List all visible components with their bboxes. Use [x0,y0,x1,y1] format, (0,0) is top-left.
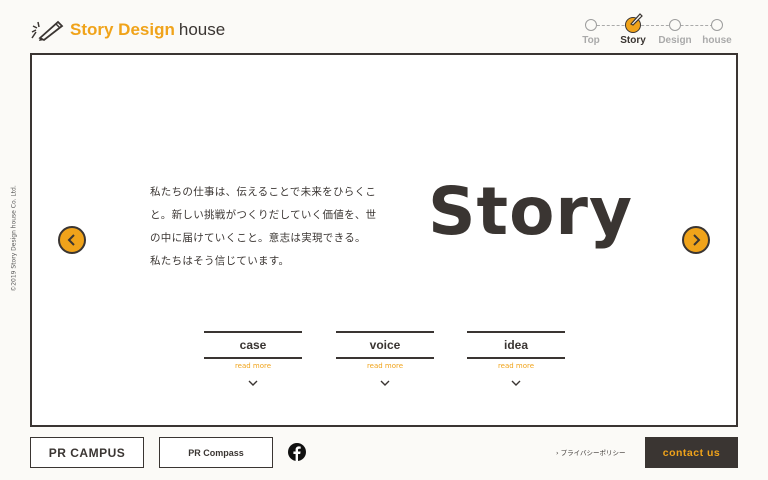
step-dot-active [625,13,643,33]
pen-icon [630,13,643,26]
read-more-link[interactable]: read more [467,362,565,370]
step-label: Story [620,35,646,46]
step-top[interactable]: Top [571,14,611,46]
card-title: voice [336,331,434,359]
card-voice[interactable]: voice read more [336,331,434,391]
chevron-down-icon [511,380,521,386]
logo-brand-house: house [178,20,226,39]
card-title: idea [467,331,565,359]
logo-brand-story-design: Story Design [70,20,175,39]
step-label: Design [658,35,692,46]
step-navigation: Top Story Design house [580,13,740,48]
privacy-policy-link[interactable]: › プライバシーポリシー [556,447,626,457]
step-design[interactable]: Design [655,14,695,46]
intro-line: 私たちの仕事は、伝えることで未来をひらくこ [150,186,377,198]
step-dot [669,19,681,31]
read-more-link[interactable]: read more [204,362,302,370]
pr-campus-button[interactable]: PR CAMPUS [30,437,144,468]
chevron-down-icon [380,380,390,386]
main-panel: 私たちの仕事は、伝えることで未来をひらくこ と。新しい挑戦がつくりだしていく価値… [30,53,738,427]
read-more-link[interactable]: read more [336,362,434,370]
logo[interactable]: Story Design house [30,16,225,44]
copyright-text: ©2019 Story Design house Co. Ltd. [10,185,18,292]
step-dot [585,19,597,31]
intro-line: の中に届けていくこと。意志は実現できる。 [150,232,366,244]
pen-icon [31,20,64,42]
chevron-down-icon [248,380,258,386]
card-title: case [204,331,302,359]
chevron-right-icon [693,234,701,246]
contact-us-button[interactable]: contact us [645,437,738,468]
intro-line: 私たちはそう信じています。 [150,255,290,267]
step-house[interactable]: house [697,14,737,46]
page-title: Story [428,173,633,250]
step-label: house [702,35,732,46]
card-case[interactable]: case read more [204,331,302,391]
copyright: ©2019 Story Design house Co. Ltd. [9,180,19,300]
next-slide-button[interactable] [682,226,710,254]
card-idea[interactable]: idea read more [467,331,565,391]
step-story[interactable]: Story [613,13,653,46]
intro-text: 私たちの仕事は、伝えることで未来をひらくこ と。新しい挑戦がつくりだしていく価値… [150,181,386,273]
chevron-left-icon [67,234,75,246]
intro-line: と。新しい挑戦がつくりだしていく価値を、世 [150,209,377,221]
step-label: Top [582,35,600,46]
facebook-icon[interactable] [288,443,306,461]
step-dot [711,19,723,31]
pr-compass-button[interactable]: PR Compass [159,437,273,468]
prev-slide-button[interactable] [58,226,86,254]
